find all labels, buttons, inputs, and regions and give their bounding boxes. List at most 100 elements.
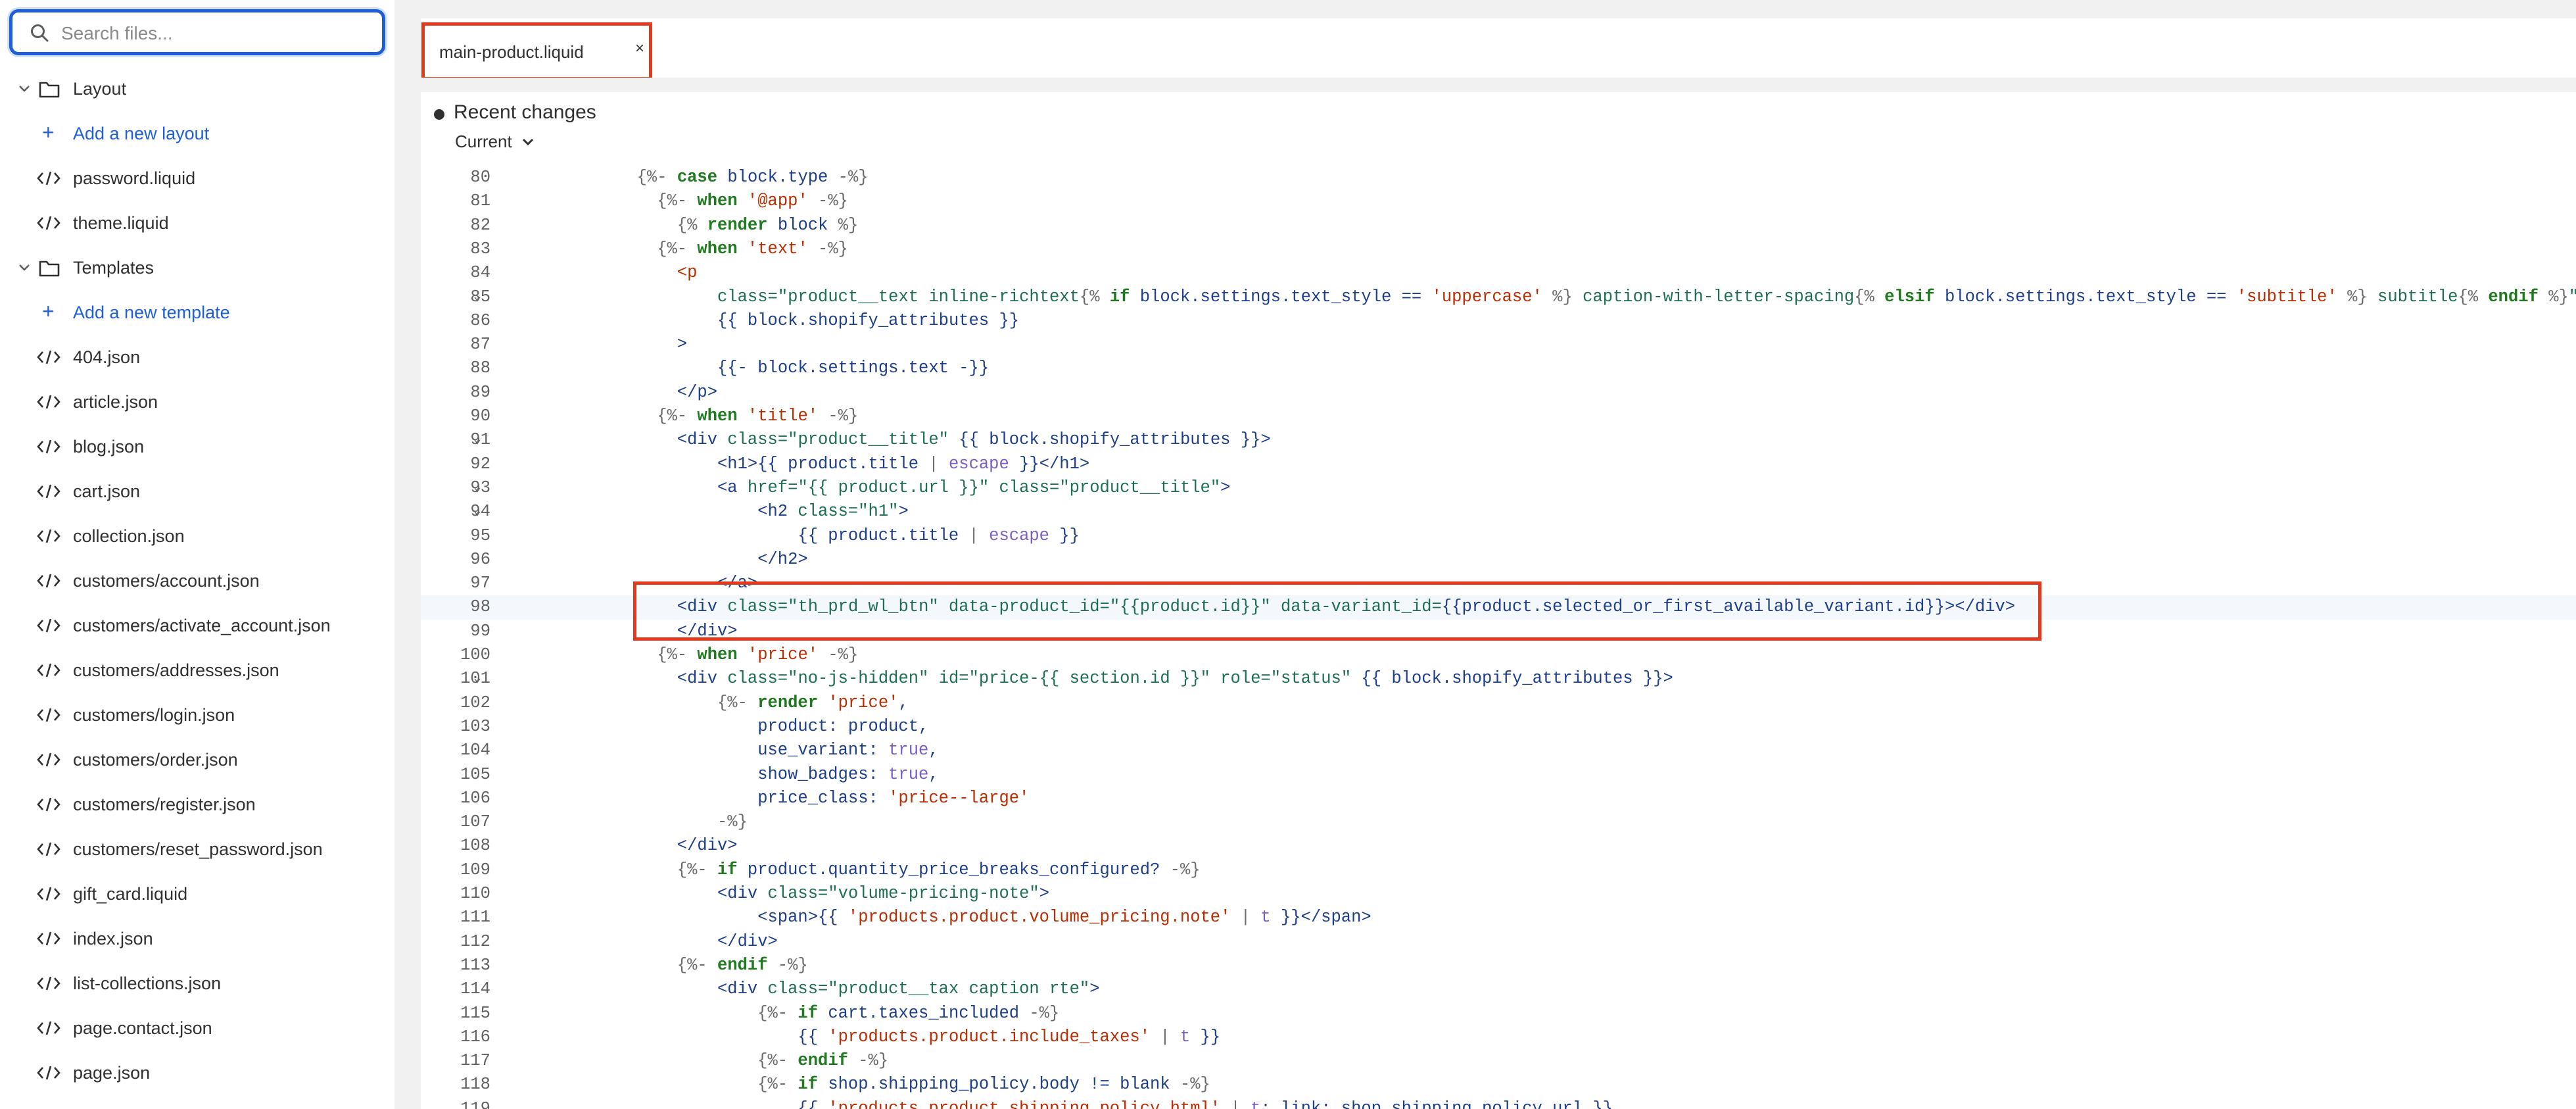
code-line[interactable]: 114 <div class="product__tax caption rte"… bbox=[421, 977, 2576, 1001]
code-token: <p bbox=[677, 263, 698, 283]
file-item[interactable]: index.json bbox=[0, 919, 394, 958]
code-line[interactable]: 111 <span>{{ 'products.product.volume_pri… bbox=[421, 906, 2576, 929]
code-line[interactable]: 102 {%- render 'price', bbox=[421, 691, 2576, 715]
file-label: customers/account.json bbox=[73, 571, 260, 591]
search-input[interactable] bbox=[61, 19, 370, 48]
code-line[interactable]: 117 {%- endif -%} bbox=[421, 1049, 2576, 1073]
fold-chevron-icon[interactable]: ⌄ bbox=[473, 428, 481, 452]
folder-layout[interactable]: Layout bbox=[0, 69, 394, 109]
code-line[interactable]: 82 {% render block %} bbox=[421, 214, 2576, 237]
code-token: endif bbox=[2488, 287, 2539, 307]
file-item[interactable]: cart.json bbox=[0, 472, 394, 511]
code-line[interactable]: 84 <p bbox=[421, 261, 2576, 285]
code-line[interactable]: 112 </div> bbox=[421, 930, 2576, 954]
code-line[interactable]: 86 {{ block.shopify_attributes }} bbox=[421, 309, 2576, 333]
code-token: </p> bbox=[677, 382, 718, 402]
fold-chevron-icon[interactable]: ⌄ bbox=[473, 667, 481, 691]
code-line[interactable]: 98 <div class="th_prd_wl_btn" data-produc… bbox=[421, 595, 2576, 620]
file-item[interactable]: customers/addresses.json bbox=[0, 651, 394, 690]
file-item[interactable]: blog.json bbox=[0, 427, 394, 466]
code-token: if bbox=[1109, 287, 1130, 307]
code-token: 'price--large' bbox=[888, 788, 1030, 808]
tab-main-product[interactable]: main-product.liquid × bbox=[426, 25, 650, 79]
file-item[interactable]: page.contact.json bbox=[0, 1008, 394, 1048]
code-line[interactable]: 113 {%- endif -%} bbox=[421, 954, 2576, 977]
code-line[interactable]: 103 product: product, bbox=[421, 715, 2576, 739]
fold-chevron-icon[interactable]: ⌄ bbox=[473, 476, 481, 500]
code-token: data-product_id= bbox=[938, 597, 1110, 617]
code-line[interactable]: 119 {{ 'products.product.shipping_policy_… bbox=[421, 1097, 2576, 1109]
panel-divider[interactable] bbox=[394, 0, 421, 1109]
code-line[interactable]: 88 {{- block.settings.text -}} bbox=[421, 357, 2576, 380]
file-label: customers/addresses.json bbox=[73, 660, 279, 680]
code-line[interactable]: 94 ⌄ <h2 class="h1"> bbox=[421, 500, 2576, 524]
file-item[interactable]: 404.json bbox=[0, 337, 394, 377]
file-item[interactable]: customers/reset_password.json bbox=[0, 829, 394, 869]
code-line[interactable]: 87 > bbox=[421, 333, 2576, 357]
code-file-icon bbox=[37, 708, 60, 722]
code-token: block.settings.text_style == bbox=[1130, 287, 1432, 307]
code-line[interactable]: 115 {%- if cart.taxes_included -%} bbox=[421, 1002, 2576, 1025]
code-line[interactable]: 90 {%- when 'title' -%} bbox=[421, 405, 2576, 428]
code-line[interactable]: 108 </div> bbox=[421, 834, 2576, 858]
search-box[interactable] bbox=[9, 9, 385, 55]
code-editor[interactable]: 80 {%- case block.type -%} 81 {%- when '@ap… bbox=[421, 164, 2576, 1109]
code-line[interactable]: 106 price_class: 'price--large' bbox=[421, 787, 2576, 810]
code-line[interactable]: 104 use_variant: true, bbox=[421, 739, 2576, 762]
code-line[interactable]: 95 {{ product.title | escape }} bbox=[421, 524, 2576, 548]
code-line[interactable]: 83 {%- when 'text' -%} bbox=[421, 237, 2576, 261]
line-number: 100 bbox=[460, 645, 490, 664]
file-item[interactable]: customers/login.json bbox=[0, 695, 394, 735]
code-line[interactable]: 89 </p> bbox=[421, 381, 2576, 405]
code-line[interactable]: 92 <h1>{{ product.title | escape }}</h1> bbox=[421, 453, 2576, 476]
code-line[interactable]: 109 {%- if product.quantity_price_breaks_… bbox=[421, 858, 2576, 882]
code-line[interactable]: 105 show_badges: true, bbox=[421, 763, 2576, 787]
line-number: 111 bbox=[460, 908, 490, 927]
chevron-down-icon[interactable] bbox=[14, 258, 34, 278]
code-line[interactable]: 81 {%- when '@app' -%} bbox=[421, 189, 2576, 213]
code-token: <h1>{{ product.title bbox=[717, 454, 929, 474]
file-item[interactable]: customers/account.json bbox=[0, 561, 394, 601]
code-token: case bbox=[677, 168, 718, 187]
code-line[interactable]: 101 ⌄ <div class="no-js-hidden" id="price-… bbox=[421, 667, 2576, 691]
folder-templates[interactable]: Templates bbox=[0, 248, 394, 287]
file-item[interactable]: collection.json bbox=[0, 516, 394, 556]
code-line[interactable]: 96 </h2> bbox=[421, 548, 2576, 572]
file-item[interactable]: customers/register.json bbox=[0, 785, 394, 824]
code-line[interactable]: 97 </a> bbox=[421, 572, 2576, 595]
file-item[interactable]: theme.liquid bbox=[0, 203, 394, 243]
chevron-down-icon[interactable] bbox=[14, 79, 34, 99]
version-selector[interactable]: Current bbox=[455, 132, 535, 152]
code-line[interactable]: 85 ⌄ class="product__text inline-richtext{… bbox=[421, 285, 2576, 309]
code-file-icon bbox=[37, 931, 60, 946]
file-item[interactable]: customers/activate_account.json bbox=[0, 606, 394, 645]
line-number: 84 bbox=[470, 263, 490, 283]
file-item[interactable]: article.json bbox=[0, 382, 394, 422]
code-text: <div class="product__tax caption rte"> bbox=[717, 977, 1100, 1001]
file-item[interactable]: customers/order.json bbox=[0, 740, 394, 779]
code-line[interactable]: 99 </div> bbox=[421, 620, 2576, 643]
code-token: </div> bbox=[677, 621, 738, 641]
code-line[interactable]: 80 {%- case block.type -%} bbox=[421, 166, 2576, 189]
file-item[interactable]: page.json bbox=[0, 1053, 394, 1093]
folder-label: Layout bbox=[73, 79, 127, 99]
line-number: 92 bbox=[470, 454, 490, 474]
code-line[interactable]: 93 ⌄ <a href="{{ product.url }}" class="pr… bbox=[421, 476, 2576, 500]
code-token: block.type bbox=[717, 168, 838, 187]
close-icon[interactable]: × bbox=[635, 39, 644, 58]
file-item[interactable]: list-collections.json bbox=[0, 964, 394, 1003]
add-new-link[interactable]: + Add a new layout bbox=[0, 114, 394, 153]
code-line[interactable]: 118 {%- if shop.shipping_policy.body != b… bbox=[421, 1073, 2576, 1097]
code-line[interactable]: 91 ⌄ <div class="product__title" {{ block.… bbox=[421, 428, 2576, 452]
code-text: <div class="product__title" {{ block.sho… bbox=[677, 428, 1271, 452]
code-line[interactable]: 100 {%- when 'price' -%} bbox=[421, 643, 2576, 667]
add-new-link[interactable]: + Add a new template bbox=[0, 293, 394, 332]
code-line[interactable]: 116 {{ 'products.product.include_taxes' |… bbox=[421, 1025, 2576, 1049]
fold-chevron-icon[interactable]: ⌄ bbox=[473, 500, 481, 524]
code-line[interactable]: 107 -%} bbox=[421, 810, 2576, 834]
file-item[interactable]: gift_card.liquid bbox=[0, 874, 394, 914]
line-number: 105 bbox=[460, 764, 490, 784]
fold-chevron-icon[interactable]: ⌄ bbox=[473, 285, 481, 309]
file-item[interactable]: password.liquid bbox=[0, 159, 394, 198]
code-line[interactable]: 110 <div class="volume-pricing-note"> bbox=[421, 882, 2576, 906]
